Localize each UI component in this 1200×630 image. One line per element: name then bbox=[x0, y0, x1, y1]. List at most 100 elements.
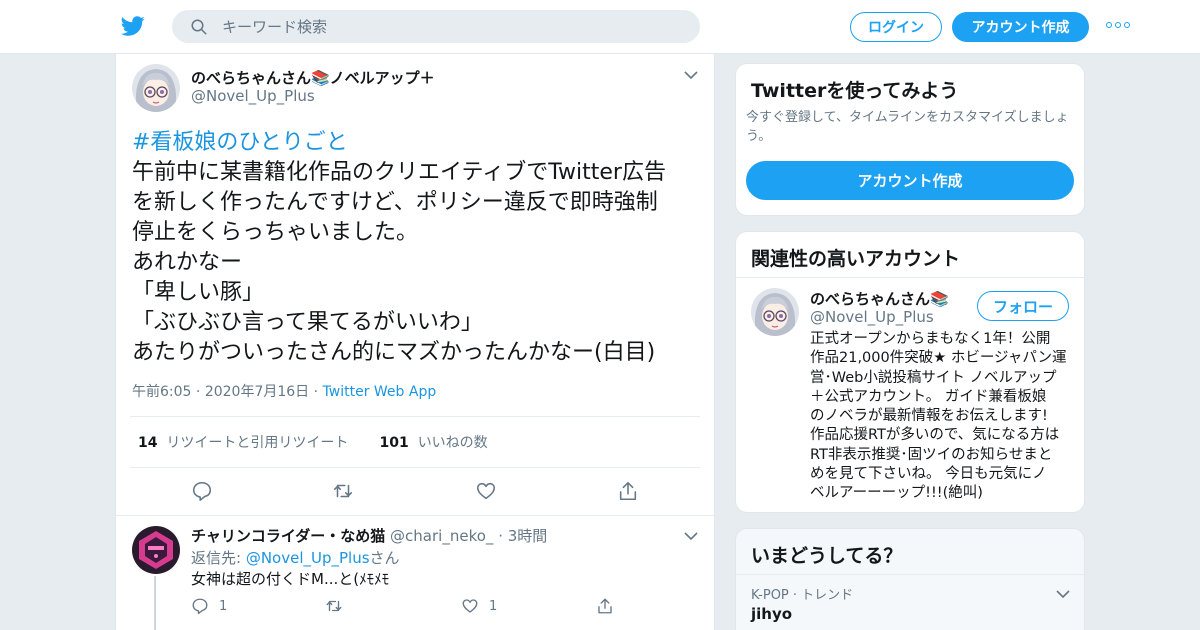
avatar[interactable] bbox=[751, 288, 799, 336]
account-handle[interactable]: @Novel_Up_Plus bbox=[810, 308, 934, 326]
trend-item[interactable]: jihyo bbox=[751, 605, 792, 623]
card-subtitle: 今すぐ登録して、タイムラインをカスタマイズしましょ う。 bbox=[746, 108, 1078, 146]
retweet-count: 14 bbox=[138, 435, 158, 451]
divider bbox=[130, 467, 700, 468]
reply-text: 女神は超の付くドM...と(ﾒﾓﾒﾓ bbox=[191, 570, 390, 588]
bio-line: のノベラが最新情報をお伝えします! bbox=[810, 408, 1048, 425]
account-name[interactable]: のべらちゃんさん📚 bbox=[810, 288, 949, 309]
retweet-label: リツイートと引用リツイート bbox=[166, 435, 349, 451]
reply-header: チャリンコライダー・なめ猫 @chari_neko_ · 3時間 bbox=[191, 525, 547, 546]
tweet-author-handle[interactable]: @Novel_Up_Plus bbox=[191, 87, 315, 105]
meta-separator: · bbox=[313, 384, 323, 400]
retweet-button[interactable] bbox=[332, 480, 356, 504]
card-title: 関連性の高いアカウント bbox=[751, 248, 961, 270]
tweet-line: 停止をくらっちゃいました。 bbox=[132, 220, 419, 245]
tweet-line: 「ぶひぶひ言って果てるがいいわ」 bbox=[132, 310, 483, 335]
reply-reply-button[interactable]: 1 bbox=[191, 596, 227, 616]
reply-button[interactable] bbox=[191, 480, 215, 504]
meta-separator: · bbox=[498, 527, 508, 545]
tweet-line: あたりがついったさん的にマズかったんかなー(白目) bbox=[132, 340, 656, 365]
signup-button[interactable]: アカウント作成 bbox=[746, 161, 1074, 200]
tweet-time[interactable]: 午前6:05 bbox=[132, 384, 191, 400]
share-button[interactable] bbox=[617, 480, 641, 504]
reply-like-count: 1 bbox=[489, 598, 498, 614]
account-bio: 正式オープンからまもなく1年！公開 作品21,000件突破★ ホビージャパン運 … bbox=[810, 330, 1072, 504]
reply-like-button[interactable]: 1 bbox=[461, 596, 497, 616]
tweet-author-name[interactable]: のべらちゃんさん📚ノベルアップ＋ bbox=[191, 67, 435, 88]
main-timeline: のべらちゃんさん📚ノベルアップ＋ @Novel_Up_Plus #看板娘のひとり… bbox=[115, 54, 715, 630]
reply-author-handle[interactable]: @chari_neko_ bbox=[390, 527, 493, 545]
tweet-line: 「卑しい豚」 bbox=[132, 280, 265, 305]
reply-suffix: さん bbox=[369, 549, 400, 567]
bio-line: 正式オープンからまもなく1年！公開 bbox=[810, 331, 1051, 347]
reply-share-button[interactable] bbox=[596, 596, 614, 616]
divider bbox=[116, 515, 714, 516]
reply-avatar[interactable] bbox=[132, 526, 180, 574]
reply-author-name[interactable]: チャリンコライダー・なめ猫 bbox=[191, 527, 385, 545]
tweet-stats: 14 リツイートと引用リツイート 101 いいねの数 bbox=[138, 432, 488, 452]
retweets-stat[interactable]: 14 リツイートと引用リツイート bbox=[138, 435, 348, 451]
reply-prefix: 返信先: bbox=[191, 549, 246, 567]
search-bar[interactable] bbox=[172, 10, 700, 43]
reply-time[interactable]: 3時間 bbox=[508, 527, 548, 545]
divider bbox=[736, 574, 1084, 575]
tweet-meta: 午前6:05 · 2020年7月16日 · Twitter Web App bbox=[132, 381, 436, 401]
tweet-line: 午前中に某書籍化作品のクリエイティブでTwitter広告 bbox=[132, 160, 666, 185]
card-title: Twitterを使ってみよう bbox=[751, 80, 959, 102]
tweet-source-link[interactable]: Twitter Web App bbox=[323, 384, 437, 400]
likes-stat[interactable]: 101 いいねの数 bbox=[380, 435, 488, 451]
replying-to: 返信先: @Novel_Up_Plusさん bbox=[191, 547, 400, 568]
signup-button[interactable]: アカウント作成 bbox=[952, 12, 1089, 42]
share-icon bbox=[619, 481, 637, 501]
tweet-actions bbox=[116, 480, 716, 504]
like-count: 101 bbox=[379, 435, 409, 451]
hashtag-link[interactable]: #看板娘のひとりごと bbox=[132, 128, 702, 158]
trends-card: いまどうしてる？ K-POP · トレンド jihyo bbox=[735, 528, 1085, 630]
tweet-line: あれかなー bbox=[132, 250, 243, 275]
mention-link[interactable]: @Novel_Up_Plus bbox=[246, 549, 370, 567]
like-button[interactable] bbox=[475, 480, 499, 504]
search-input[interactable] bbox=[222, 10, 682, 43]
bio-line: 作品21,000件突破★ ホビージャパン運 bbox=[810, 350, 1067, 367]
login-button[interactable]: ログイン bbox=[850, 12, 942, 42]
divider bbox=[736, 277, 1084, 278]
like-label: いいねの数 bbox=[417, 435, 488, 451]
avatar[interactable] bbox=[132, 64, 180, 112]
try-twitter-card: Twitterを使ってみよう 今すぐ登録して、タイムラインをカスタマイズしましょ… bbox=[735, 63, 1085, 216]
retweet-icon bbox=[333, 484, 353, 498]
tweet-date[interactable]: 2020年7月16日 bbox=[205, 384, 309, 400]
like-icon bbox=[476, 482, 496, 500]
chevron-down-icon[interactable] bbox=[1056, 589, 1070, 599]
bio-line: 作品応援RTが多いので、気になる方は bbox=[810, 427, 1060, 444]
bio-line: ベルアーーーップ!!!(絶叫) bbox=[810, 485, 983, 502]
bio-line: RT非表示推奨･固ツイのお知らせまと bbox=[810, 446, 1053, 463]
chevron-down-icon[interactable] bbox=[684, 70, 698, 80]
share-icon bbox=[598, 598, 612, 614]
reply-retweet-button[interactable] bbox=[325, 596, 343, 616]
divider bbox=[130, 416, 700, 417]
chevron-down-icon[interactable] bbox=[684, 531, 698, 541]
search-icon bbox=[191, 19, 207, 35]
twitter-bird-icon[interactable] bbox=[120, 14, 146, 38]
card-title: いまどうしてる？ bbox=[751, 545, 903, 567]
bio-line: 営･Web小説投稿サイト ノベルアップ bbox=[810, 369, 1057, 386]
reply-avatar-image bbox=[132, 526, 180, 574]
reply-icon bbox=[192, 481, 212, 501]
reply-icon bbox=[192, 598, 208, 615]
follow-button[interactable]: フォロー bbox=[977, 291, 1069, 321]
retweet-icon bbox=[326, 600, 342, 612]
meta-separator: · bbox=[195, 384, 205, 400]
bio-line: めを見て下さいね。 今日も元気にノ bbox=[810, 466, 1047, 483]
related-accounts-card: 関連性の高いアカウント のべらちゃんさん📚 @Novel_Up_Plus フォロ… bbox=[735, 231, 1085, 513]
avatar-image bbox=[751, 288, 799, 336]
tweet-text: #看板娘のひとりごと 午前中に某書籍化作品のクリエイティブでTwitter広告 … bbox=[132, 128, 702, 368]
subtitle-line: う。 bbox=[746, 129, 772, 144]
tweet-line: を新しく作ったんですけど、ポリシー違反で即時強制 bbox=[132, 190, 658, 215]
trend-meta: K-POP · トレンド bbox=[751, 588, 854, 603]
bio-line: ＋公式アカウント。 ガイド兼看板娘 bbox=[810, 388, 1047, 405]
reply-reply-count: 1 bbox=[219, 598, 228, 614]
subtitle-line: 今すぐ登録して、タイムラインをカスタマイズしましょ bbox=[746, 110, 1069, 125]
top-header: ログイン アカウント作成 bbox=[0, 0, 1200, 54]
like-icon bbox=[462, 599, 478, 613]
more-icon[interactable] bbox=[1106, 22, 1130, 32]
